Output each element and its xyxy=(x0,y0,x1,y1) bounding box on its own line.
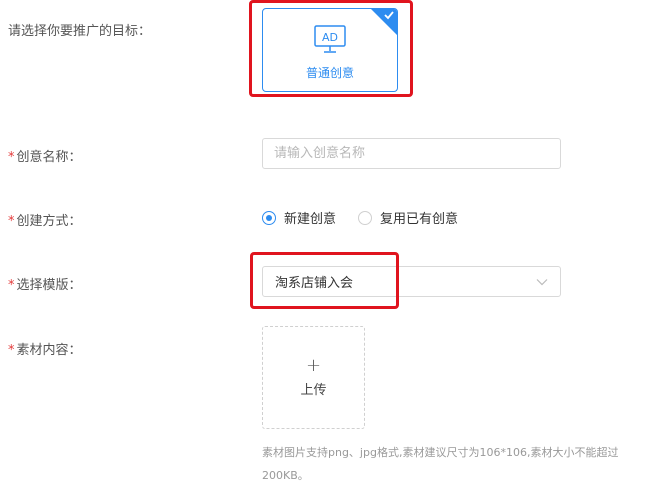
material-hint: 素材图片支持png、jpg格式,素材建议尺寸为106*106,素材大小不能超过2… xyxy=(262,446,619,482)
radio-reuse-creative[interactable]: 复用已有创意 xyxy=(358,208,458,227)
ad-icon-text: AD xyxy=(322,31,338,44)
upload-button[interactable]: + 上传 xyxy=(262,326,365,429)
creative-name-input[interactable] xyxy=(262,138,561,169)
template-selected-value: 淘系店铺入会 xyxy=(275,276,354,291)
material-label: * 素材内容： xyxy=(8,339,82,358)
template-label: * 选择模版： xyxy=(8,274,82,293)
radio-checked-icon xyxy=(262,210,276,225)
radio-new-creative[interactable]: 新建创意 xyxy=(262,208,336,227)
plus-icon: + xyxy=(305,355,322,376)
upload-label: 上传 xyxy=(300,383,327,398)
method-label: * 创建方式： xyxy=(8,210,82,229)
radio-unchecked-icon xyxy=(358,210,372,225)
required-mark: * xyxy=(8,343,15,358)
ad-monitor-icon: AD xyxy=(314,25,346,53)
goal-label-text: 请选择你要推广的目标： xyxy=(8,24,152,39)
goal-option-label: 普通创意 xyxy=(305,66,354,80)
required-mark: * xyxy=(8,278,15,293)
chevron-down-icon xyxy=(536,278,548,285)
required-mark: * xyxy=(8,150,15,165)
method-label-text: 创建方式： xyxy=(16,214,82,229)
check-icon xyxy=(384,11,394,20)
name-label: * 创意名称： xyxy=(8,146,82,165)
radio-label: 复用已有创意 xyxy=(380,212,459,227)
radio-label: 新建创意 xyxy=(284,212,337,227)
goal-label: 请选择你要推广的目标： xyxy=(8,20,151,39)
goal-option-normal-creative[interactable]: AD 普通创意 xyxy=(262,8,398,92)
material-label-text: 素材内容： xyxy=(16,343,82,358)
template-label-text: 选择模版： xyxy=(16,278,82,293)
name-label-text: 创意名称： xyxy=(16,150,82,165)
required-mark: * xyxy=(8,214,15,229)
template-select[interactable]: 淘系店铺入会 xyxy=(262,266,561,297)
